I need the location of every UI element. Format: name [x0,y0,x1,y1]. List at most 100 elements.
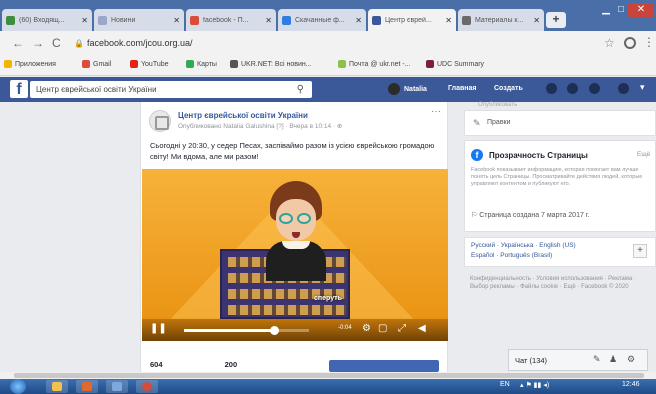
close-tab-icon[interactable]: ✕ [81,16,88,25]
notifications-icon[interactable] [589,83,600,94]
news-icon [98,15,107,25]
bookmark-icon [230,60,238,68]
tab-label: (60) Входящ... [19,16,65,24]
post-text: Сьогодні у 20:30, у седер Песах, заспіва… [150,141,435,161]
languages-line-2[interactable]: Español · Português (Brasil) [471,252,552,259]
account-menu-icon[interactable]: ▾ [640,82,645,93]
close-tab-icon[interactable]: ✕ [173,16,180,25]
close-tab-icon[interactable]: ✕ [265,16,272,25]
video-figure-collar [282,241,310,249]
add-language-button[interactable]: + [633,244,647,258]
group-icon[interactable]: ♟ [609,354,617,365]
browser-tab[interactable]: (60) Входящ... ✕ [2,9,92,31]
settings-icon[interactable]: ⚙ [362,323,371,334]
video-figure-glasses [297,213,311,224]
forward-icon[interactable]: → [32,36,44,50]
menu-icon[interactable]: ⋮ [643,35,655,49]
facebook-icon: f [471,149,483,161]
bookmark-star-icon[interactable]: ☆ [604,36,615,50]
facebook-header: f Центр єврейської освіти України ⚲ Nata… [0,77,656,102]
start-button[interactable] [10,379,26,394]
browser-tab[interactable]: Скачанные ф... ✕ [278,9,366,31]
taskbar-word[interactable] [106,380,128,393]
post-meta-text: Опубликовано Natalia Galushina [?] · Вче… [178,123,337,130]
language-indicator[interactable]: EN [500,381,510,388]
video-scrubber[interactable] [270,326,279,335]
close-tab-icon[interactable]: ✕ [533,16,540,25]
like-page-button[interactable] [329,360,439,372]
bookmark-item[interactable]: Почта @ ukr.net -... [338,60,411,68]
scrollbar-thumb[interactable] [14,373,644,378]
suggest-edits-label: Правки [487,119,511,126]
horizontal-scrollbar[interactable] [0,372,656,379]
messenger-icon[interactable] [567,83,578,94]
browser-tab[interactable]: Новини ✕ [94,9,184,31]
bookmark-item[interactable]: UDC Summary [426,60,484,68]
pencil-icon: ✎ [473,118,481,128]
transparency-more-link[interactable]: Ещё [637,151,650,158]
expand-icon[interactable]: ⤢ [398,323,406,334]
bookmark-item[interactable]: Приложения [4,60,56,68]
post-page-name[interactable]: Центр єврейської освіти України [178,111,308,120]
windows-taskbar: EN ▴ ⚑ ▮▮ ◂) 12:46 [0,379,656,394]
friends-icon[interactable] [546,83,557,94]
account-icon[interactable] [624,37,636,49]
minimize-button[interactable]: ▁ [598,3,614,17]
main-content: Центр єврейської освіти України Опублико… [0,102,656,372]
browser-tab[interactable]: Центр єврей... ✕ [368,9,456,31]
tab-label: Центр єврей... [385,16,432,24]
languages-line-1[interactable]: Русский · Українська · English (US) [471,242,576,249]
facebook-search-input[interactable]: Центр єврейської освіти України ⚲ [30,81,312,98]
browser-tab[interactable]: facebook - П... ✕ [186,9,276,31]
profile-link[interactable]: Natalia [388,83,427,95]
help-icon[interactable] [618,83,629,94]
page-avatar[interactable] [149,110,171,132]
stat-shares: 200 [224,360,238,369]
pause-icon[interactable]: ❚❚ [150,323,167,334]
browser-tab[interactable]: Материалы к... ✕ [458,9,544,31]
suggest-edits-card[interactable]: ✎ Правки [464,110,656,136]
clock[interactable]: 12:46 [622,381,640,388]
compose-icon[interactable]: ✎ [593,354,601,365]
facebook-logo-icon[interactable]: f [10,80,28,98]
bookmark-item[interactable]: Карты [186,60,217,68]
post-options-icon[interactable]: ··· [431,106,441,117]
volume-icon[interactable]: ◀ [418,323,426,334]
close-tab-icon[interactable]: ✕ [445,16,452,25]
maximize-button[interactable]: □ [614,3,628,17]
bookmark-label: Gmail [93,60,112,68]
bookmark-icon [338,60,346,68]
video-caption: сперуть [314,295,342,302]
mail-icon [6,15,15,25]
taskbar-chrome[interactable] [136,380,158,393]
taskbar-media[interactable] [76,380,98,393]
chat-settings-icon[interactable]: ⚙ [627,354,635,365]
video-progress-bar[interactable] [184,326,309,335]
sidebar-faint-label: Опубликовать [478,102,518,108]
footer-links[interactable]: Конфиденциальность · Условия использован… [470,275,652,291]
nav-create-link[interactable]: Создать [494,85,523,92]
taskbar-explorer[interactable] [46,380,68,393]
bookmark-label: YouTube [141,60,169,68]
close-tab-icon[interactable]: ✕ [355,16,362,25]
screen: { "browser": { "tabs": [ {"label": "(60)… [0,0,656,394]
tab-label: Новини [111,16,136,24]
bookmark-item[interactable]: UKR.NET: Всі новин... [230,60,312,68]
bookmark-item[interactable]: Gmail [82,60,111,68]
tray-icons[interactable]: ▴ ⚑ ▮▮ ◂) [520,381,549,389]
back-icon[interactable]: ← [12,36,24,50]
transparency-description: Facebook показывает информацию, которая … [471,167,643,187]
url-input[interactable]: 🔒 facebook.com/jcou.org.ua/ [74,35,594,52]
nav-home-link[interactable]: Главная [448,85,476,92]
reload-icon[interactable]: C [52,36,61,50]
bookmark-item[interactable]: YouTube [130,60,169,68]
screen-share-icon[interactable]: ▢ [378,323,387,334]
stat-reactions: 604 [150,360,163,369]
video-player[interactable]: сперуть ❚❚ -0:04 ⚙ ▢ ⤢ ◀ [142,169,448,341]
close-window-button[interactable]: ✕ [628,3,654,17]
bookmark-label: Приложения [15,60,56,68]
chat-bar[interactable]: Чат (134) ✎ ♟ ⚙ [508,349,648,371]
search-icon[interactable]: ⚲ [297,81,304,98]
bookmarks-bar: Приложения Gmail YouTube Карты UKR.NET: Всі … [0,56,656,76]
new-tab-button[interactable]: + [546,12,566,28]
